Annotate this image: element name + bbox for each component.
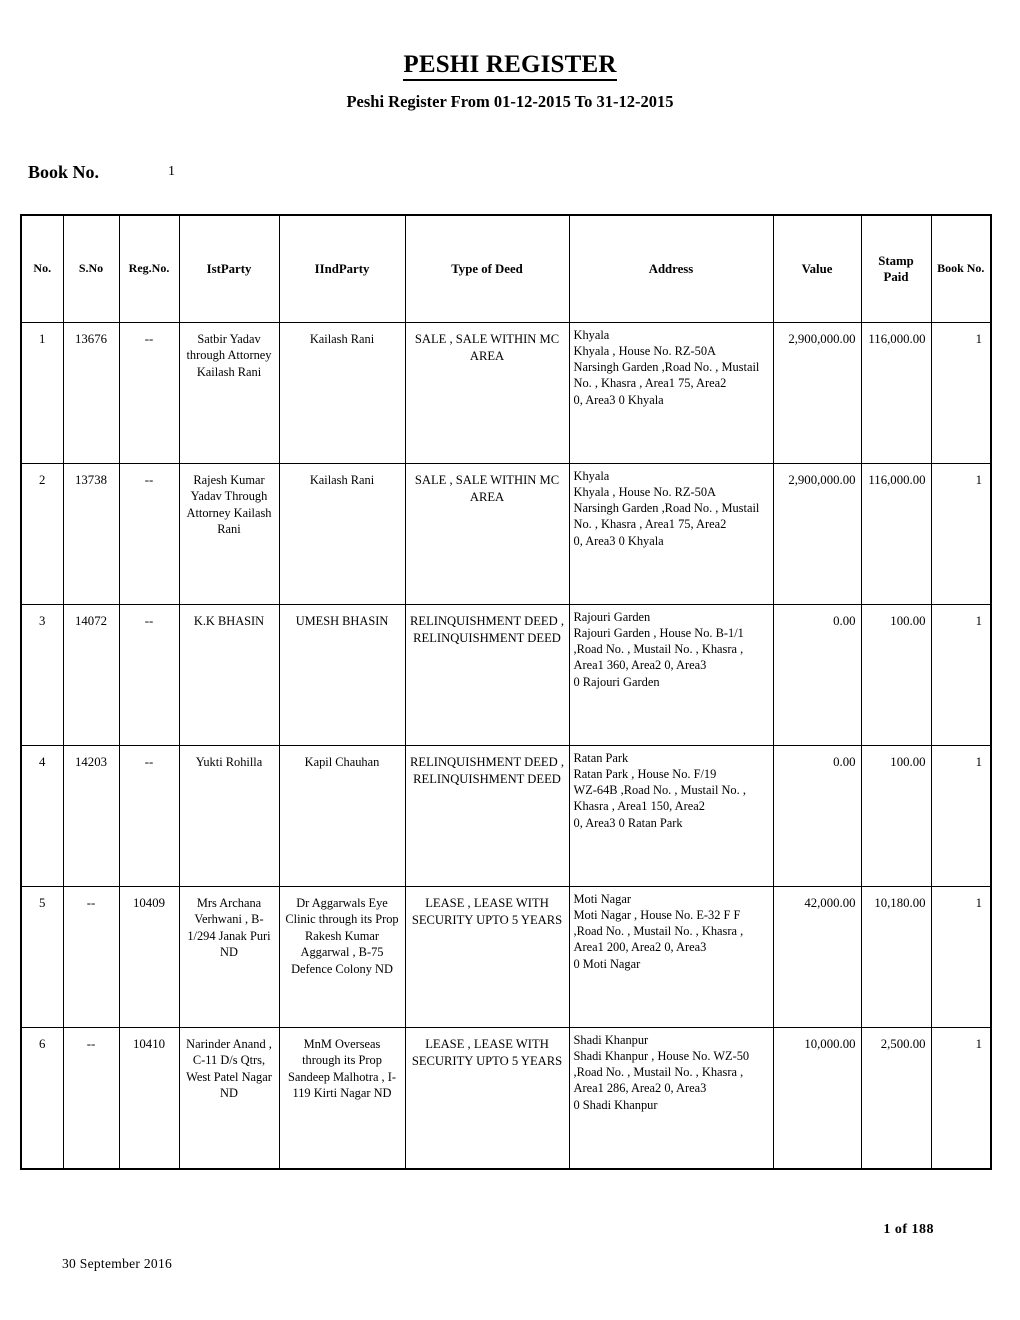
cell-address: Rajouri Garden Rajouri Garden , House No… [568,604,774,746]
cell-regno: -- [118,745,180,887]
table-body: 1 13676 -- Satbir Yadav through Attorney Ka… [20,322,992,1170]
page-subtitle: Peshi Register From 01-12-2015 To 31-12-… [346,92,674,112]
cell-stamp-paid: 116,000.00 [860,322,932,464]
cell-value: 0.00 [772,745,862,887]
cell-address: Ratan Park Ratan Park , House No. F/19 W… [568,745,774,887]
cell-type-of-deed: RELINQUISHMENT DEED , RELINQUISHMENT DEE… [404,745,570,887]
cell-book-no: 1 [930,886,992,1028]
page-indicator: 1 of 188 [883,1222,934,1237]
column-header-value: Value [772,214,862,323]
table-row: 3 14072 -- K.K BHASIN UMESH BHASIN RELINQUISH… [20,604,992,746]
cell-stamp-paid: 100.00 [860,604,932,746]
cell-iind-party: Dr Aggarwals Eye Clinic through its Prop… [278,886,406,1028]
cell-stamp-paid: 116,000.00 [860,463,932,605]
cell-iind-party: UMESH BHASIN [278,604,406,746]
report-date: 30 September 2016 [62,1256,173,1271]
page-title: PESHI REGISTER [403,51,617,82]
cell-value: 2,900,000.00 [772,322,862,464]
cell-sno: -- [62,886,120,1028]
cell-iind-party: Kailash Rani [278,463,406,605]
cell-ist-party: Satbir Yadav through Attorney Kailash Ra… [178,322,280,464]
column-header-book-no: Book No. [930,214,992,323]
column-header-ist-party: IstParty [178,214,280,323]
column-header-no: No. [20,214,64,323]
cell-sno: -- [62,1027,120,1170]
cell-value: 10,000.00 [772,1027,862,1170]
cell-iind-party: MnM Overseas through its Prop Sandeep Ma… [278,1027,406,1170]
cell-regno: -- [118,322,180,464]
cell-book-no: 1 [930,745,992,887]
cell-iind-party: Kailash Rani [278,322,406,464]
cell-regno: -- [118,463,180,605]
register-table-container: No. S.No Reg.No. IstParty IIndParty Type… [20,214,992,1170]
cell-address: Khyala Khyala , House No. RZ-50A Narsing… [568,463,774,605]
cell-no: 1 [20,322,64,464]
cell-book-no: 1 [930,1027,992,1170]
cell-stamp-paid: 10,180.00 [860,886,932,1028]
column-header-iind-party: IIndParty [278,214,406,323]
cell-no: 2 [20,463,64,605]
cell-value: 0.00 [772,604,862,746]
table-header-row: No. S.No Reg.No. IstParty IIndParty Type… [20,214,992,323]
cell-sno: 13738 [62,463,120,605]
cell-ist-party: K.K BHASIN [178,604,280,746]
cell-ist-party: Narinder Anand , C-11 D/s Qtrs, West Pat… [178,1027,280,1170]
book-no-label: Book No. [28,162,100,182]
book-no-row: Book No. 1 [28,162,428,190]
table-header: No. S.No Reg.No. IstParty IIndParty Type… [20,214,992,323]
cell-book-no: 1 [930,322,992,464]
cell-type-of-deed: SALE , SALE WITHIN MC AREA [404,322,570,464]
cell-stamp-paid: 100.00 [860,745,932,887]
cell-sno: 14072 [62,604,120,746]
stamp-paid-line-1: Stamp [878,253,914,268]
cell-no: 5 [20,886,64,1028]
cell-regno: 10410 [118,1027,180,1170]
stamp-paid-line-2: Paid [883,270,909,284]
document-header: PESHI REGISTER Peshi Register From 01-12… [0,0,1020,111]
cell-value: 2,900,000.00 [772,463,862,605]
cell-type-of-deed: SALE , SALE WITHIN MC AREA [404,463,570,605]
cell-ist-party: Mrs Archana Verhwani , B-1/294 Janak Pur… [178,886,280,1028]
cell-no: 4 [20,745,64,887]
cell-stamp-paid: 2,500.00 [860,1027,932,1170]
cell-type-of-deed: LEASE , LEASE WITH SECURITY UPTO 5 YEARS [404,1027,570,1170]
table-row: 1 13676 -- Satbir Yadav through Attorney Ka… [20,322,992,464]
cell-value: 42,000.00 [772,886,862,1028]
cell-sno: 13676 [62,322,120,464]
table-row: 4 14203 -- Yukti Rohilla Kapil Chauhan RELINQ… [20,745,992,887]
table-row: 5 -- 10409 Mrs Archana Verhwani , B-1/294 J… [20,886,992,1028]
table-row: 2 13738 -- Rajesh Kumar Yadav Through Attor… [20,463,992,605]
column-header-regno: Reg.No. [118,214,180,323]
column-header-type-of-deed: Type of Deed [404,214,570,323]
cell-no: 3 [20,604,64,746]
cell-address: Khyala Khyala , House No. RZ-50A Narsing… [568,322,774,464]
cell-sno: 14203 [62,745,120,887]
cell-address: Moti Nagar Moti Nagar , House No. E-32 F… [568,886,774,1028]
book-no-value: 1 [168,164,175,179]
column-header-address: Address [568,214,774,323]
column-header-sno: S.No [62,214,120,323]
cell-regno: 10409 [118,886,180,1028]
cell-no: 6 [20,1027,64,1170]
column-header-stamp-paid: Stamp Paid [860,214,932,323]
cell-ist-party: Rajesh Kumar Yadav Through Attorney Kail… [178,463,280,605]
cell-ist-party: Yukti Rohilla [178,745,280,887]
cell-iind-party: Kapil Chauhan [278,745,406,887]
cell-book-no: 1 [930,604,992,746]
cell-regno: -- [118,604,180,746]
cell-address: Shadi Khanpur Shadi Khanpur , House No. … [568,1027,774,1170]
peshi-register-table: No. S.No Reg.No. IstParty IIndParty Type… [20,214,992,1170]
cell-type-of-deed: LEASE , LEASE WITH SECURITY UPTO 5 YEARS [404,886,570,1028]
table-row: 6 -- 10410 Narinder Anand , C-11 D/s Qtrs, … [20,1027,992,1170]
cell-type-of-deed: RELINQUISHMENT DEED , RELINQUISHMENT DEE… [404,604,570,746]
cell-book-no: 1 [930,463,992,605]
